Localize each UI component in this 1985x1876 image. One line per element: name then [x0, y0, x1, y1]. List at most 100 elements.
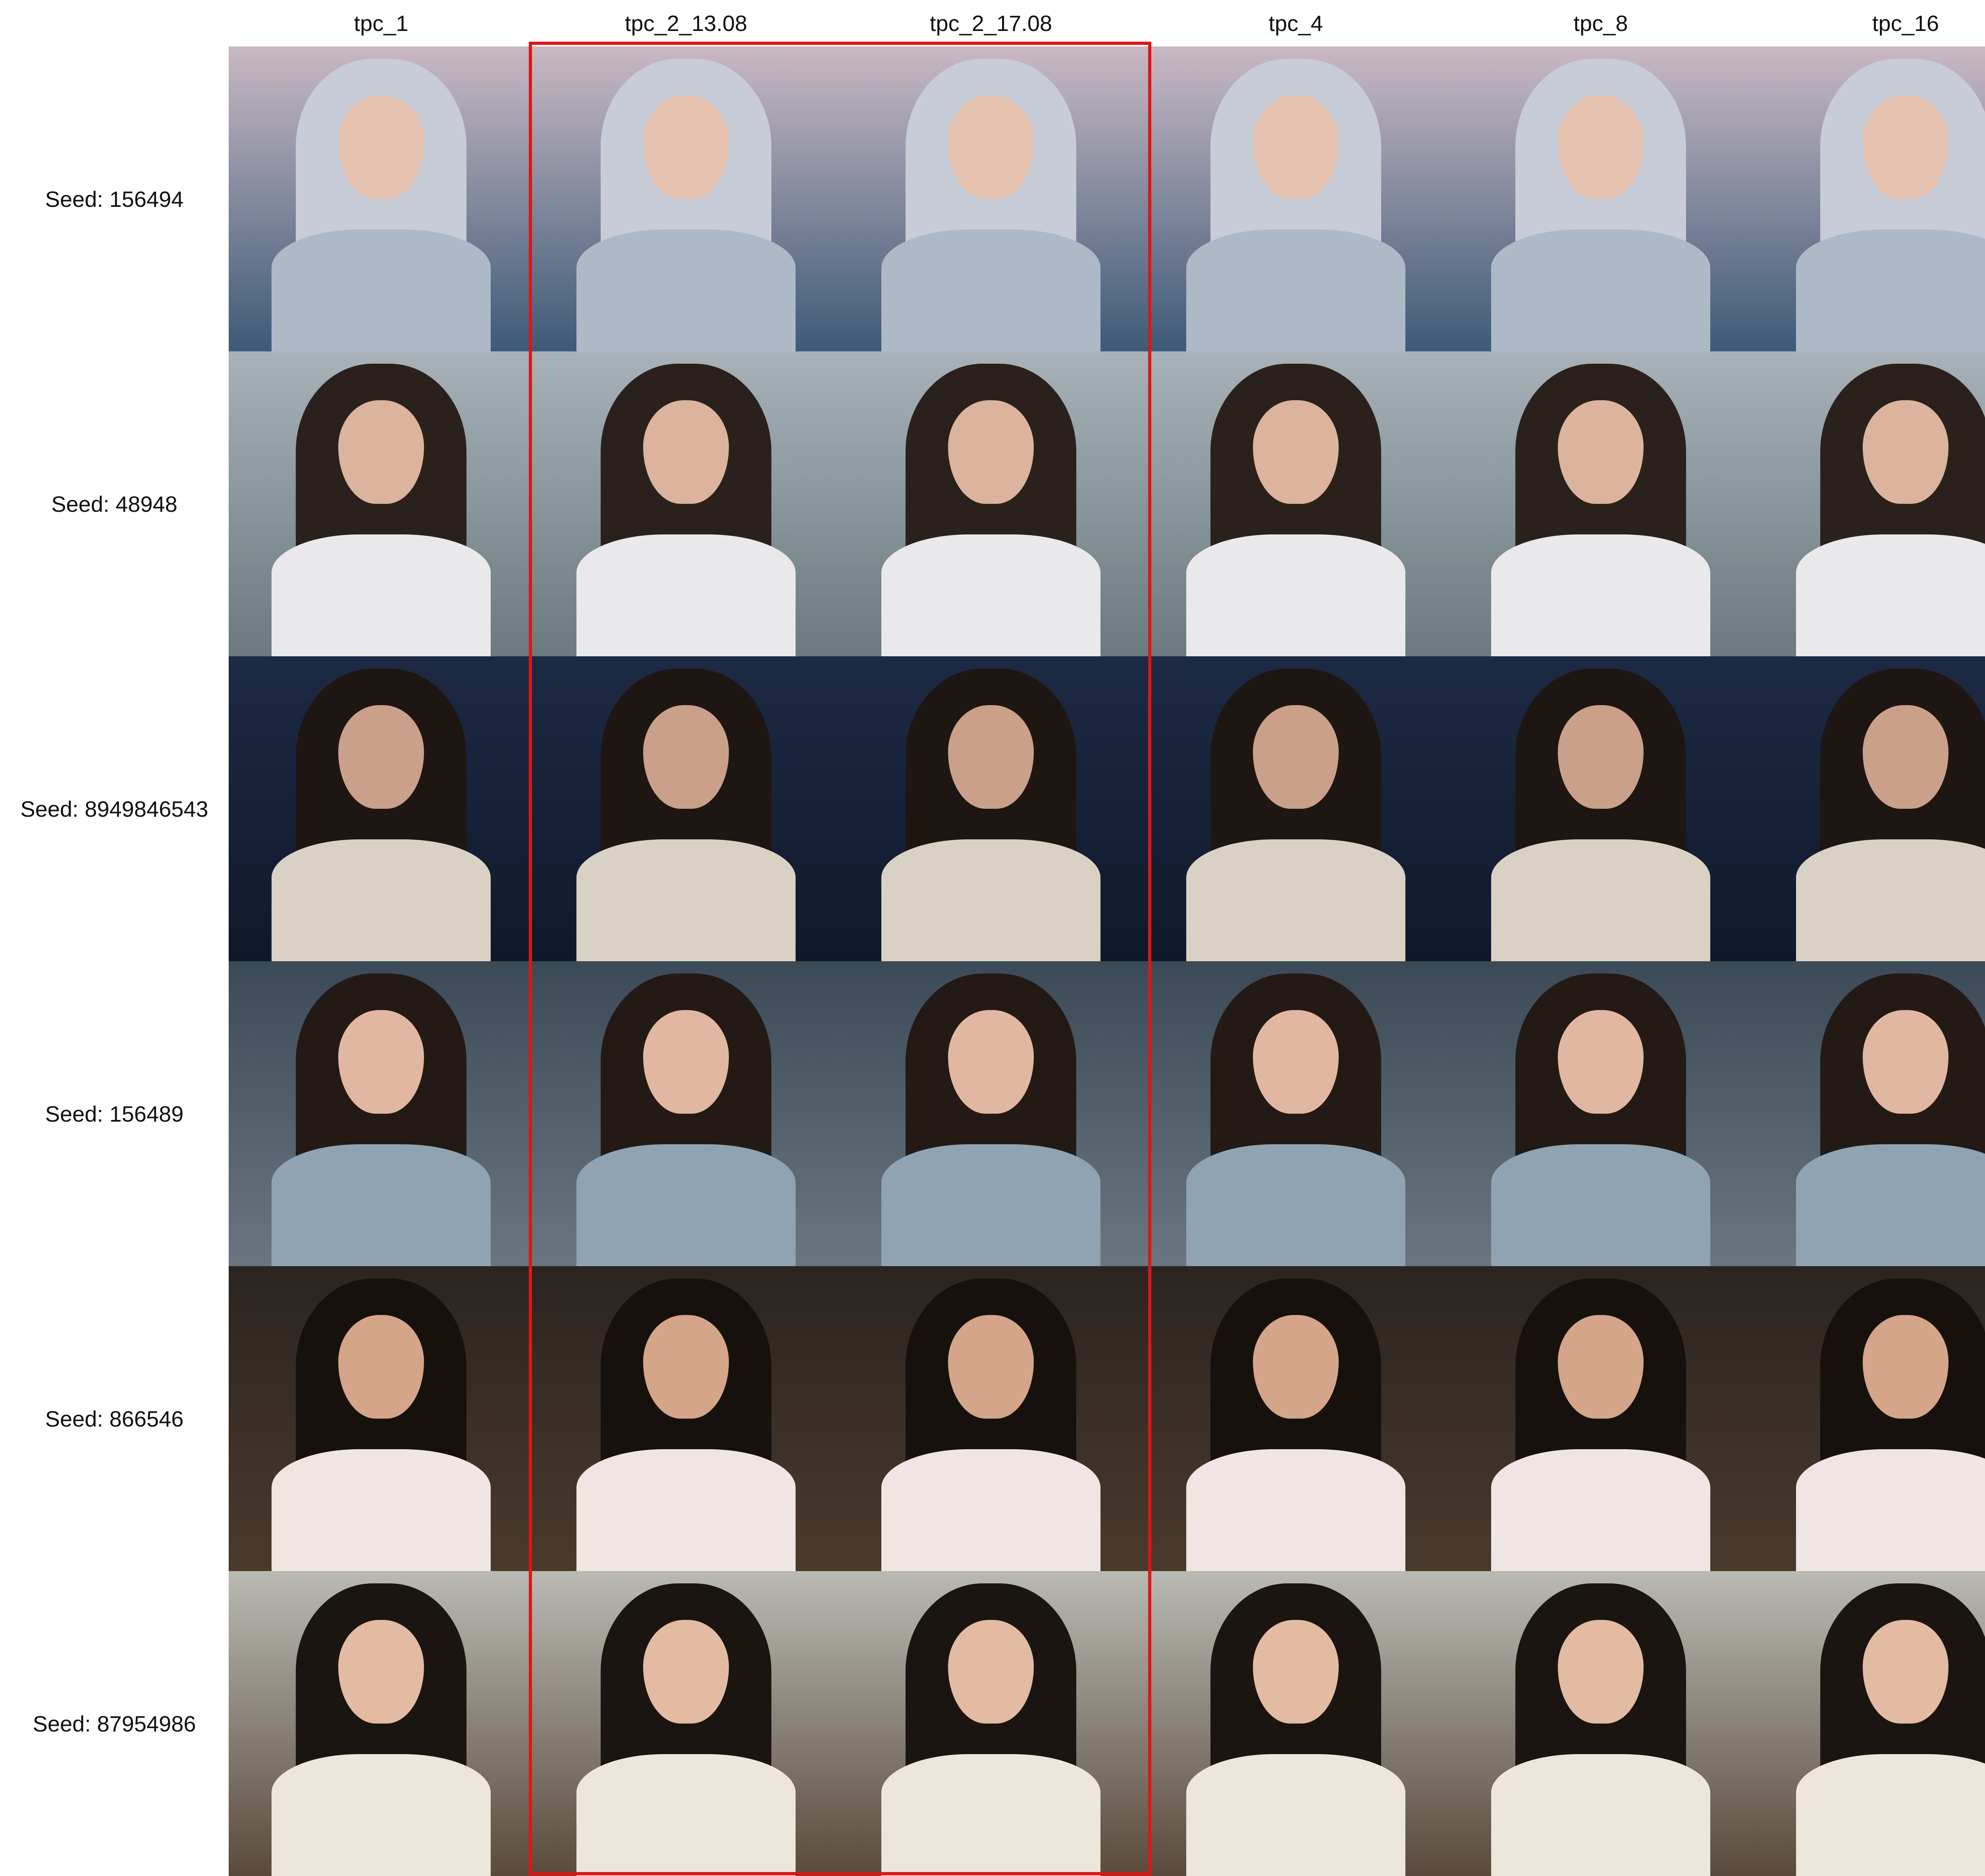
portrait-face: [1253, 1010, 1339, 1114]
portrait-clothing: [576, 229, 796, 351]
portrait-face: [643, 1620, 729, 1724]
image-thumbnail: [1143, 46, 1448, 351]
row-label-seed: Seed: 8949846543: [20, 796, 208, 821]
image-thumbnail: [838, 1571, 1143, 1876]
portrait-clothing: [576, 1144, 796, 1266]
image-thumbnail: [838, 351, 1143, 656]
portrait-face: [643, 1010, 729, 1114]
portrait-face: [1863, 95, 1948, 199]
image-thumbnail: [534, 1571, 838, 1876]
portrait-clothing: [1491, 1144, 1711, 1266]
portrait-face: [1558, 1315, 1644, 1419]
portrait-clothing: [1186, 1449, 1406, 1571]
image-thumbnail: [534, 1266, 838, 1571]
portrait-clothing: [881, 1754, 1101, 1876]
image-thumbnail: [1753, 1266, 1985, 1571]
image-thumbnail: [838, 46, 1143, 351]
portrait-clothing: [576, 1754, 796, 1876]
portrait-face: [338, 400, 424, 504]
portrait-face: [1558, 1010, 1644, 1114]
image-thumbnail: [1753, 961, 1985, 1266]
portrait-clothing: [271, 1144, 491, 1266]
image-thumbnail: [229, 351, 534, 656]
portrait-face: [338, 95, 424, 199]
image-thumbnail: [1143, 961, 1448, 1266]
portrait-clothing: [1186, 1754, 1406, 1876]
portrait-face: [1558, 95, 1644, 199]
portrait-clothing: [1186, 1144, 1406, 1266]
portrait-face: [338, 1315, 424, 1419]
row-label-seed: Seed: 866546: [45, 1406, 184, 1431]
image-thumbnail: [534, 656, 838, 961]
column-header-2: tpc_2_17.08: [929, 11, 1052, 36]
portrait-clothing: [1491, 839, 1711, 961]
column-header-1: tpc_2_13.08: [624, 11, 748, 36]
portrait-clothing: [1796, 1449, 1985, 1571]
image-thumbnail: [838, 656, 1143, 961]
portrait-clothing: [576, 534, 796, 656]
portrait-clothing: [1796, 839, 1985, 961]
portrait-face: [1253, 1315, 1339, 1419]
image-thumbnail: [229, 961, 534, 1266]
portrait-face: [643, 95, 729, 199]
portrait-face: [338, 1010, 424, 1114]
image-thumbnail: [1143, 656, 1448, 961]
portrait-face: [1558, 400, 1644, 504]
portrait-face: [1863, 1315, 1948, 1419]
portrait-face: [338, 1620, 424, 1724]
image-thumbnail: [229, 1266, 534, 1571]
portrait-face: [948, 1620, 1034, 1724]
portrait-clothing: [1796, 1754, 1985, 1876]
portrait-face: [948, 705, 1034, 809]
image-thumbnail: [1448, 46, 1753, 351]
image-thumbnail: [1448, 1571, 1753, 1876]
column-header-4: tpc_8: [1573, 11, 1628, 36]
image-thumbnail: [1448, 656, 1753, 961]
portrait-face: [338, 705, 424, 809]
portrait-face: [1558, 705, 1644, 809]
portrait-clothing: [881, 229, 1101, 351]
portrait-face: [643, 1315, 729, 1419]
portrait-clothing: [271, 1754, 491, 1876]
column-header-5: tpc_16: [1872, 11, 1939, 36]
row-label-seed: Seed: 48948: [51, 491, 177, 517]
portrait-clothing: [1796, 229, 1985, 351]
column-header-3: tpc_4: [1268, 11, 1323, 36]
image-thumbnail: [1753, 46, 1985, 351]
image-thumbnail: [1753, 351, 1985, 656]
portrait-clothing: [1796, 534, 1985, 656]
image-thumbnail: [534, 961, 838, 1266]
portrait-clothing: [271, 839, 491, 961]
image-thumbnail: [1143, 351, 1448, 656]
image-thumbnail: [838, 961, 1143, 1266]
row-label-seed: Seed: 156494: [45, 186, 184, 212]
portrait-clothing: [1186, 839, 1406, 961]
image-thumbnail: [1448, 961, 1753, 1266]
portrait-clothing: [1491, 1449, 1711, 1571]
portrait-clothing: [1186, 229, 1406, 351]
image-thumbnail: [1448, 351, 1753, 656]
image-thumbnail: [229, 656, 534, 961]
image-thumbnail: [229, 1571, 534, 1876]
image-thumbnail: [534, 351, 838, 656]
image-thumbnail: [838, 1266, 1143, 1571]
portrait-clothing: [1186, 534, 1406, 656]
portrait-face: [948, 1315, 1034, 1419]
portrait-clothing: [1491, 1754, 1711, 1876]
portrait-face: [1863, 1620, 1948, 1724]
portrait-clothing: [271, 229, 491, 351]
portrait-face: [1558, 1620, 1644, 1724]
portrait-clothing: [881, 839, 1101, 961]
portrait-face: [1253, 705, 1339, 809]
portrait-face: [1863, 705, 1948, 809]
portrait-clothing: [1491, 229, 1711, 351]
portrait-face: [1863, 400, 1948, 504]
portrait-face: [1253, 400, 1339, 504]
row-label-seed: Seed: 156489: [45, 1101, 184, 1126]
portrait-clothing: [881, 1449, 1101, 1571]
portrait-clothing: [576, 839, 796, 961]
portrait-clothing: [881, 1144, 1101, 1266]
image-thumbnail: [229, 46, 534, 351]
portrait-clothing: [271, 534, 491, 656]
image-thumbnail: [1448, 1266, 1753, 1571]
